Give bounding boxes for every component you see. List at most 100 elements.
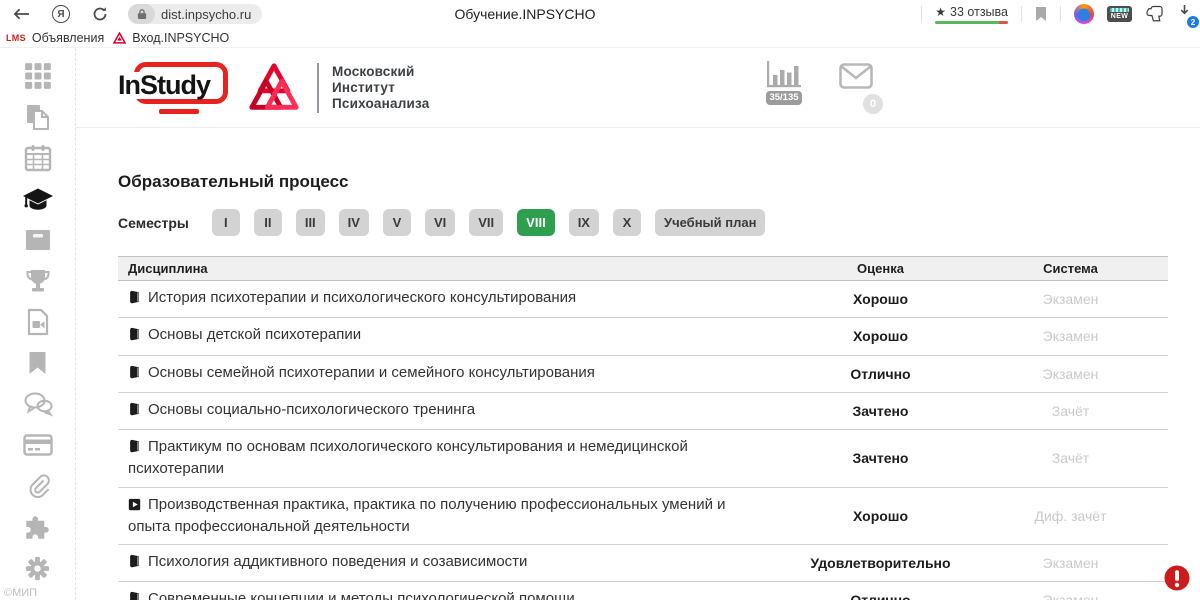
sidebar-item-chat[interactable]: [20, 390, 56, 418]
book-icon: [128, 591, 141, 600]
credit-card-icon: [23, 434, 53, 456]
semester-tab-II[interactable]: II: [254, 209, 282, 236]
instudy-logo[interactable]: InStudy: [118, 59, 230, 117]
profile-avatar[interactable]: [1074, 4, 1094, 24]
grid-icon: [24, 62, 52, 90]
sidebar-item-grid[interactable]: [20, 62, 56, 90]
address-bar[interactable]: dist.inpsycho.ru: [128, 4, 262, 24]
book-icon: [128, 402, 141, 422]
download-badge: 2: [1187, 16, 1199, 28]
new-feature-button[interactable]: NEW: [1107, 6, 1132, 22]
trophy-icon: [25, 268, 51, 294]
column-grade: Оценка: [788, 261, 973, 276]
monitor-stand-icon: [159, 109, 199, 114]
sidebar-item-trophy[interactable]: [20, 267, 56, 295]
system-value: Экзамен: [973, 592, 1168, 600]
discipline-cell[interactable]: Практикум по основам психологического ко…: [118, 430, 788, 487]
semester-tab-X[interactable]: X: [613, 209, 641, 236]
sidebar-item-video-file[interactable]: [20, 308, 56, 336]
sidebar-item-paperclip[interactable]: [20, 472, 56, 500]
rating-bar: [935, 21, 1008, 24]
semester-tabs: IIIIIIIVVVIVIIVIIIIXXУчебный план: [212, 209, 766, 236]
reload-icon: [92, 6, 108, 22]
archive-box-icon: [24, 228, 52, 252]
system-value: Экзамен: [973, 328, 1168, 344]
semester-tab-VI[interactable]: VI: [425, 209, 455, 236]
table-row: Практикум по основам психологического ко…: [118, 430, 1168, 488]
grade-value: Зачтено: [788, 450, 973, 466]
reload-button[interactable]: [92, 6, 108, 22]
sidebar-item-gear[interactable]: [20, 554, 56, 582]
discipline-cell[interactable]: Основы семейной психотерапии и семейного…: [118, 356, 788, 392]
discipline-name: Производственная практика, практика по п…: [128, 496, 726, 535]
system-value: Экзамен: [973, 366, 1168, 382]
yandex-button[interactable]: Я: [52, 5, 70, 23]
grade-value: Зачтено: [788, 403, 973, 419]
semester-tab-III[interactable]: III: [296, 209, 325, 236]
book-icon: [128, 365, 141, 385]
bookmark-item-announcements[interactable]: LMS Объявления: [6, 31, 104, 45]
collections-button[interactable]: [1145, 5, 1164, 23]
grade-value: Хорошо: [788, 291, 973, 307]
book-icon: [128, 554, 141, 574]
semester-tab-I[interactable]: I: [212, 209, 240, 236]
bookmark-flag-button[interactable]: [1035, 6, 1047, 22]
discipline-cell[interactable]: Психология аддиктивного поведения и соза…: [118, 545, 788, 581]
book-icon: [128, 327, 141, 347]
column-system: Система: [973, 261, 1168, 276]
grade-value: Хорошо: [788, 328, 973, 344]
table-row: Основы социально-психологического тренин…: [118, 393, 1168, 430]
sidebar-item-bookmark[interactable]: [20, 349, 56, 377]
lock-icon[interactable]: [128, 4, 155, 24]
sidebar-item-archive-box[interactable]: [20, 226, 56, 254]
table-rows: История психотерапии и психологического …: [118, 281, 1168, 600]
lms-icon: LMS: [6, 33, 26, 43]
sidebar-item-documents[interactable]: [20, 103, 56, 131]
mail-icon: [839, 63, 873, 89]
site-header: InStudy МосковскийИнститутПсихоанализа: [76, 48, 1200, 128]
system-value: Зачёт: [973, 450, 1168, 466]
semester-tab-IX[interactable]: IX: [569, 209, 599, 236]
mail-button[interactable]: 0: [839, 63, 873, 105]
reviews-widget[interactable]: ★ 33 отзыва: [935, 5, 1008, 24]
table-row: Основы семейной психотерапии и семейного…: [118, 356, 1168, 393]
discipline-cell[interactable]: Основы социально-психологического тренин…: [118, 393, 788, 429]
sidebar-item-credit-card[interactable]: [20, 431, 56, 459]
bookmark-icon: [27, 350, 48, 376]
semester-tab-Учебный план[interactable]: Учебный план: [655, 209, 765, 236]
sidebar-item-puzzle[interactable]: [20, 513, 56, 541]
back-button[interactable]: [13, 8, 30, 20]
table-header: Дисциплина Оценка Система: [118, 256, 1168, 281]
institute-name: МосковскийИнститутПсихоанализа: [332, 64, 429, 112]
discipline-cell[interactable]: Производственная практика, практика по п…: [118, 488, 788, 545]
discipline-name: Современные концепции и методы психологи…: [148, 590, 575, 600]
download-button[interactable]: 2: [1177, 4, 1192, 24]
discipline-cell[interactable]: Основы детской психотерапии: [118, 318, 788, 354]
grade-value: Хорошо: [788, 508, 973, 524]
video-file-icon: [26, 308, 50, 336]
bookmark-label: Вход.INPSYCHO: [132, 31, 229, 45]
semester-tab-VIII[interactable]: VIII: [517, 209, 555, 236]
bookmark-item-login[interactable]: Вход.INPSYCHO: [113, 31, 229, 45]
semester-tab-VII[interactable]: VII: [469, 209, 503, 236]
discipline-name: Основы социально-психологического тренин…: [148, 401, 475, 418]
grade-value: Отлично: [788, 366, 973, 382]
semester-tab-V[interactable]: V: [383, 209, 411, 236]
progress-chart-button[interactable]: 35/135: [766, 59, 802, 105]
mip-logo-icon[interactable]: [245, 61, 303, 115]
sidebar-item-graduation-cap[interactable]: [20, 185, 56, 213]
alert-icon[interactable]: [1164, 565, 1190, 591]
semester-tab-IV[interactable]: IV: [339, 209, 369, 236]
chat-icon: [23, 391, 53, 417]
discipline-cell[interactable]: Современные концепции и методы психологи…: [118, 582, 788, 600]
calendar-icon: [24, 144, 52, 172]
sidebar-item-calendar[interactable]: [20, 144, 56, 172]
page-title: Образовательный процесс: [118, 172, 1168, 192]
table-row: Основы детской психотерапииХорошоЭкзамен: [118, 318, 1168, 355]
graduation-cap-icon: [22, 186, 54, 213]
discipline-cell[interactable]: История психотерапии и психологического …: [118, 281, 788, 317]
table-row: Психология аддиктивного поведения и соза…: [118, 545, 1168, 582]
grade-value: Удовлетворительно: [788, 555, 973, 571]
toolbar-divider: [1021, 6, 1022, 22]
book-icon: [128, 290, 141, 310]
